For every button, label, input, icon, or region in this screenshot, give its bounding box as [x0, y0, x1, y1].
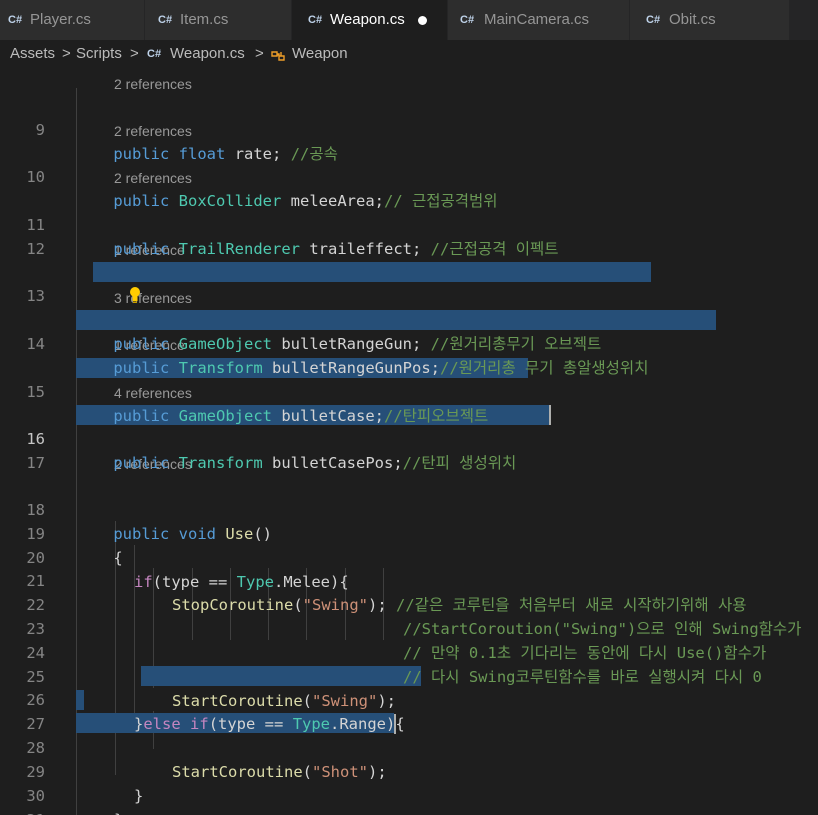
- code-line: 13 public GameObject bulletRangeGun; //원…: [0, 260, 818, 353]
- code-line: 17: [0, 427, 818, 472]
- code-line: 25 StartCoroutine("Swing");: [0, 641, 818, 710]
- code-line: 11 public TrailRenderer traileffect; //근…: [0, 189, 818, 258]
- tab-maincamera-cs[interactable]: C# MainCamera.cs: [448, 0, 630, 40]
- breadcrumb-scripts[interactable]: Scripts: [76, 40, 122, 68]
- tab-label: Player.cs: [30, 11, 91, 28]
- text-cursor: [549, 405, 551, 425]
- line-number: 9: [35, 121, 45, 139]
- code-line: 24 // 다시 Swing코루틴함수를 바로 실행시켜 다시 0: [0, 617, 818, 686]
- text-cursor: [394, 714, 396, 734]
- line-number: 15: [26, 383, 45, 401]
- chevron-right-icon: >: [130, 45, 139, 62]
- codelens-references[interactable]: 4 references: [114, 381, 192, 405]
- csharp-icon: C#: [646, 14, 661, 26]
- code-line: 19 {: [0, 498, 818, 567]
- line-number: 14: [26, 335, 45, 353]
- csharp-icon: C#: [8, 14, 23, 26]
- codelens-references[interactable]: 2 references: [114, 166, 192, 190]
- tab-label: MainCamera.cs: [484, 11, 590, 28]
- chevron-right-icon: >: [62, 45, 71, 62]
- code-line: 12: [0, 213, 818, 258]
- line-number: 10: [26, 168, 45, 186]
- breadcrumb: Assets > Scripts > C# Weapon.cs > Weapon: [0, 40, 818, 68]
- code-line: 27: [0, 688, 818, 733]
- code-editor[interactable]: 2 references 2 references 2 references 1…: [0, 68, 818, 815]
- code-line: 31: [0, 784, 818, 815]
- breadcrumb-symbol[interactable]: Weapon: [292, 40, 348, 68]
- code-line: 10 public BoxCollider meleeArea;// 근접공격범…: [0, 141, 818, 210]
- tab-label: Obit.cs: [669, 11, 716, 28]
- code-line: 14 public Transform bulletRangeGunPos;//…: [0, 308, 818, 377]
- code-line: 29 }: [0, 736, 818, 805]
- csharp-icon: C#: [147, 48, 162, 60]
- code-line: 21 StopCoroutine("Swing"); //같은 코루틴을 처음부…: [0, 545, 818, 614]
- code-line: 18 public void Use(): [0, 474, 818, 543]
- code-line: 23 // 만약 0.1초 기다리는 동안에 다시 Use()함수가: [0, 593, 818, 662]
- csharp-icon: C#: [460, 14, 475, 26]
- code-line: 9 public float rate; //공속: [0, 94, 818, 163]
- csharp-icon: C#: [308, 14, 323, 26]
- class-icon: [270, 46, 286, 61]
- tab-item-cs[interactable]: C# Item.cs: [145, 0, 292, 40]
- tab-weapon-cs[interactable]: C# Weapon.cs: [292, 0, 448, 40]
- codelens-references[interactable]: 2 references: [114, 72, 192, 96]
- codelens-references[interactable]: 2 references: [114, 119, 192, 143]
- line-number: 13: [26, 287, 45, 305]
- code-line: 22 //StartCoroution("Swing")으로 인해 Swing함…: [0, 569, 818, 638]
- code-line: 30 }: [0, 760, 818, 815]
- line-number: 17: [26, 454, 45, 472]
- breadcrumb-assets[interactable]: Assets: [10, 40, 55, 68]
- unsaved-dot-icon[interactable]: [418, 16, 427, 25]
- tab-label: Weapon.cs: [330, 11, 405, 28]
- line-number: 31: [0, 808, 45, 815]
- code-line: 28 StartCoroutine("Shot");: [0, 712, 818, 781]
- code-line: 20 if(type == Type.Melee){: [0, 522, 818, 591]
- chevron-right-icon: >: [255, 45, 264, 62]
- tab-obit-cs[interactable]: C# Obit.cs: [630, 0, 790, 40]
- breadcrumb-file[interactable]: Weapon.cs: [170, 40, 245, 68]
- csharp-icon: C#: [158, 14, 173, 26]
- line-number: 12: [26, 240, 45, 258]
- code-line: 15 public GameObject bulletCase;//탄피오브젝트: [0, 356, 818, 425]
- editor-tab-bar: C# Player.cs C# Item.cs C# Weapon.cs C# …: [0, 0, 818, 40]
- code-line: 26 }else if(type == Type.Range){: [0, 664, 818, 733]
- code-line: 16 public Transform bulletCasePos;//탄피 생…: [0, 403, 818, 472]
- tab-label: Item.cs: [180, 11, 229, 28]
- tab-player-cs[interactable]: C# Player.cs: [0, 0, 145, 40]
